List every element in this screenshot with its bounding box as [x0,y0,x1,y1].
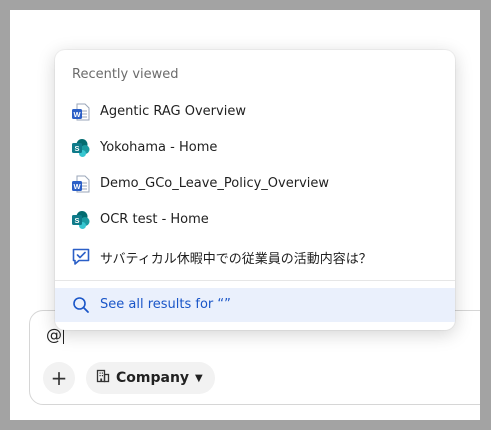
suggestion-item[interactable]: サバティカル休暇中での従業員の活動内容は？ [55,238,455,274]
sharepoint-site-icon: S [71,138,91,158]
add-button[interactable]: + [43,362,75,394]
popup-title: Recently viewed [72,67,179,82]
see-all-results-button[interactable]: See all results for “” [55,288,455,322]
suggestion-label: Agentic RAG Overview [100,104,246,119]
plus-icon: + [50,366,68,390]
suggestion-label: Yokohama - Home [100,140,218,155]
suggestion-item[interactable]: W Demo_GCo_Leave_Policy_Overview [55,166,455,202]
word-document-icon: W [71,174,91,194]
suggestion-label: Demo_GCo_Leave_Policy_Overview [100,176,329,191]
see-all-results-label: See all results for “” [100,297,231,312]
svg-text:W: W [73,182,81,191]
svg-text:S: S [74,216,79,225]
chat-check-icon [71,246,91,266]
suggestion-label: サバティカル休暇中での従業員の活動内容は？ [100,252,372,267]
mention-suggestions-popup: Recently viewed W Agentic RAG Overview S… [55,50,455,330]
search-icon [72,296,90,314]
suggestion-item[interactable]: S OCR test - Home [55,202,455,238]
suggestion-item[interactable]: W Agentic RAG Overview [55,94,455,130]
suggestion-label: OCR test - Home [100,212,209,227]
sharepoint-site-icon: S [71,210,91,230]
building-icon [96,369,110,387]
word-document-icon: W [71,102,91,122]
svg-text:W: W [73,110,81,119]
scope-dropdown[interactable]: Company ▼ [86,362,215,394]
caret-down-icon: ▼ [195,372,203,384]
scope-label: Company [116,370,190,386]
suggestion-item[interactable]: S Yokohama - Home [55,130,455,166]
popup-divider [55,280,455,281]
svg-text:S: S [74,144,79,153]
app-window: A k @ + Company ▼ [10,10,480,420]
